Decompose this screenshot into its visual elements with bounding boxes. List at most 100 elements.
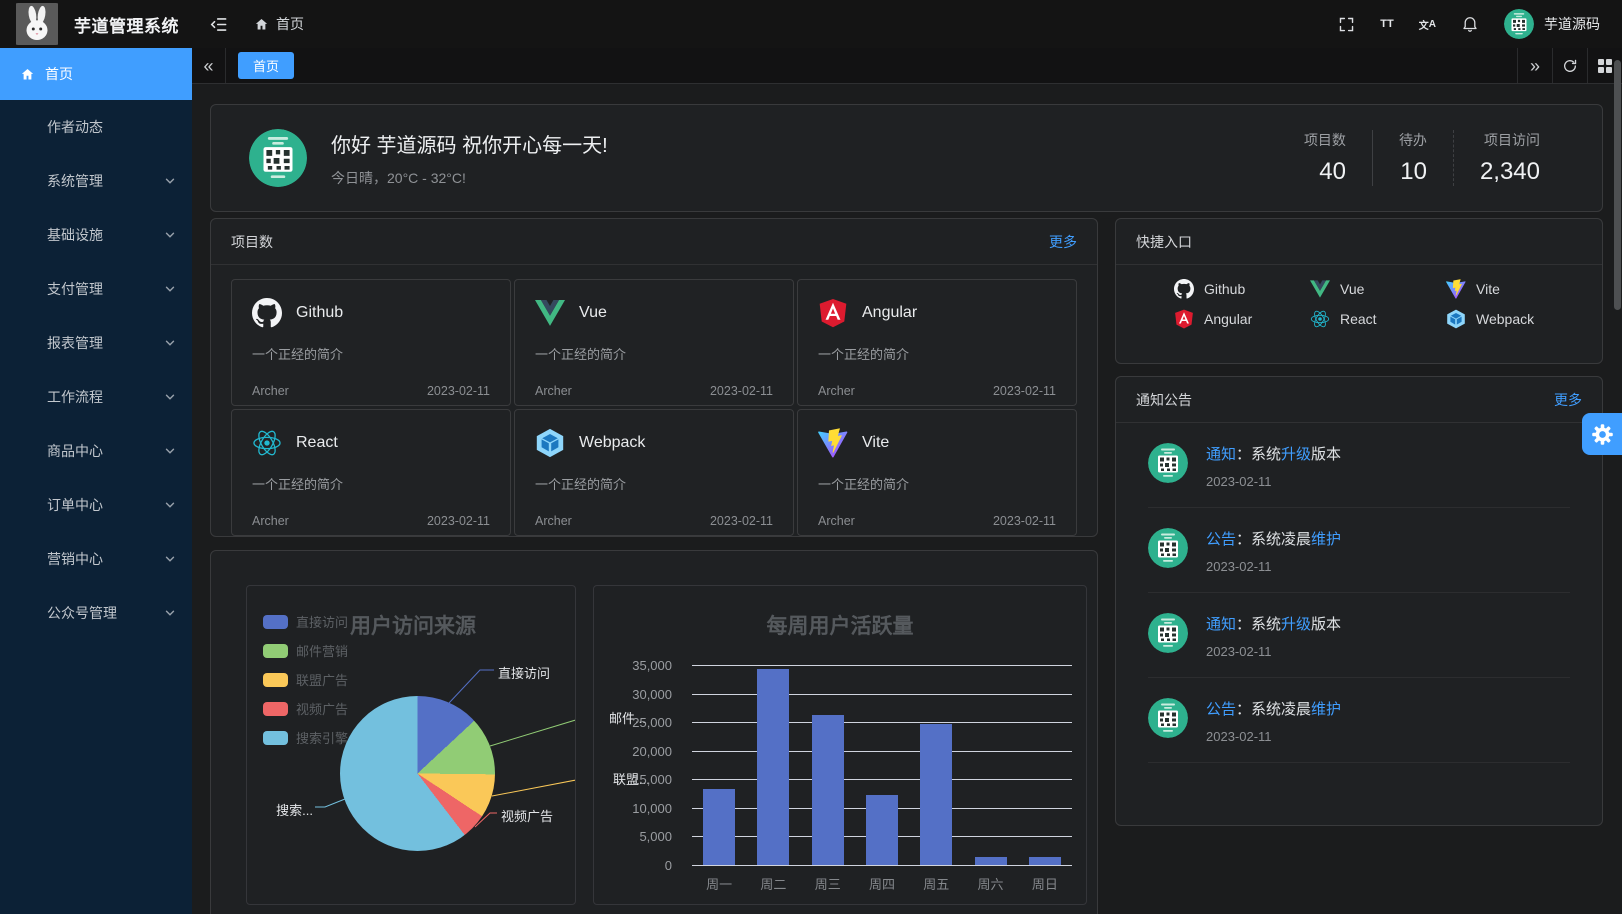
sidebar-item-label: 报表管理 <box>47 333 103 353</box>
legend-swatch <box>263 644 288 658</box>
legend-item-联盟广告[interactable]: 联盟广告 <box>263 670 348 689</box>
bar-周五 <box>920 724 952 865</box>
project-card-Github[interactable]: Github 一个正经的简介 Archer2023-02-11 <box>231 279 511 406</box>
project-card-Angular[interactable]: Angular 一个正经的简介 Archer2023-02-11 <box>797 279 1077 406</box>
chevron-down-icon <box>164 337 176 349</box>
notice-item[interactable]: 通知：系统升级版本 2023-02-11 <box>1148 423 1570 508</box>
shortcut-Github[interactable]: Github <box>1174 279 1310 299</box>
shortcut-Webpack[interactable]: Webpack <box>1446 309 1582 329</box>
x-tick-label: 周四 <box>855 874 909 893</box>
sidebar-item-系统管理[interactable]: 系统管理 <box>0 154 192 208</box>
shortcut-label: Angular <box>1204 311 1252 327</box>
refresh-icon[interactable] <box>1552 48 1587 83</box>
bell-icon[interactable] <box>1461 15 1479 33</box>
chevron-down-icon <box>164 445 176 457</box>
sidebar-item-营销中心[interactable]: 营销中心 <box>0 532 192 586</box>
chevron-down-icon <box>164 499 176 511</box>
sidebar: 首页作者动态系统管理基础设施支付管理报表管理工作流程商品中心订单中心营销中心公众… <box>0 48 192 914</box>
project-desc: 一个正经的简介 <box>252 474 490 493</box>
sidebar-item-首页[interactable]: 首页 <box>0 48 192 100</box>
legend-item-视频广告[interactable]: 视频广告 <box>263 699 348 718</box>
bar-chart: 每周用户活跃量05,00010,00015,00020,00025,00030,… <box>593 585 1087 905</box>
tab-首页[interactable]: 首页 <box>238 52 294 79</box>
shortcut-label: Vite <box>1476 281 1500 297</box>
vue-icon <box>535 298 565 328</box>
topbar: 芋道管理系统 首页 TT 文A 芋道源码 <box>0 0 1622 48</box>
sidebar-item-订单中心[interactable]: 订单中心 <box>0 478 192 532</box>
project-name: Angular <box>862 304 917 322</box>
sidebar-item-公众号管理[interactable]: 公众号管理 <box>0 586 192 640</box>
projects-grid: Github 一个正经的简介 Archer2023-02-11 Vue 一个正经… <box>211 265 1097 536</box>
angular-icon <box>818 298 848 328</box>
projects-more-link[interactable]: 更多 <box>1049 232 1077 252</box>
project-card-React[interactable]: React 一个正经的简介 Archer2023-02-11 <box>231 409 511 536</box>
project-desc: 一个正经的简介 <box>252 344 490 363</box>
sidebar-item-label: 营销中心 <box>47 549 103 569</box>
user-name: 芋道源码 <box>1544 14 1600 34</box>
legend-item-邮件营销[interactable]: 邮件营销 <box>263 641 348 660</box>
gridline <box>692 665 1072 666</box>
notices-more-link[interactable]: 更多 <box>1554 390 1582 410</box>
menu-fold-icon[interactable] <box>209 15 228 34</box>
welcome-avatar <box>249 129 307 187</box>
sidebar-item-工作流程[interactable]: 工作流程 <box>0 370 192 424</box>
y-tick-label: 5,000 <box>639 829 672 844</box>
y-tick-label: 35,000 <box>632 658 672 673</box>
sidebar-item-label: 基础设施 <box>47 225 103 245</box>
user-menu[interactable]: 芋道源码 <box>1504 9 1600 39</box>
sidebar-item-label: 公众号管理 <box>47 603 117 623</box>
sidebar-item-报表管理[interactable]: 报表管理 <box>0 316 192 370</box>
bar-周三 <box>812 715 844 865</box>
pie-chart-title: 用户访问来源 <box>350 610 476 640</box>
project-card-Vite[interactable]: Vite 一个正经的简介 Archer2023-02-11 <box>797 409 1077 536</box>
sidebar-item-基础设施[interactable]: 基础设施 <box>0 208 192 262</box>
y-tick-label: 25,000 <box>632 715 672 730</box>
tabs-scroll-right-icon[interactable]: » <box>1517 48 1552 83</box>
notice-avatar <box>1148 528 1188 568</box>
shortcut-Vue[interactable]: Vue <box>1310 279 1446 299</box>
notice-item[interactable]: 公告：系统凌晨维护 2023-02-11 <box>1148 678 1570 763</box>
notice-title[interactable]: 通知：系统升级版本 <box>1206 613 1341 634</box>
font-size-icon[interactable]: TT <box>1380 18 1393 30</box>
welcome-stats: 项目数40待办10项目访问2,340 <box>1278 130 1540 186</box>
stat-项目访问: 项目访问2,340 <box>1453 130 1540 186</box>
locale-icon[interactable]: 文A <box>1419 17 1436 32</box>
sidebar-item-label: 作者动态 <box>47 117 103 137</box>
notice-title[interactable]: 公告：系统凌晨维护 <box>1206 528 1341 549</box>
sidebar-item-label: 商品中心 <box>47 441 103 461</box>
shortcut-Angular[interactable]: Angular <box>1174 309 1310 329</box>
notice-item[interactable]: 通知：系统升级版本 2023-02-11 <box>1148 593 1570 678</box>
project-card-Webpack[interactable]: Webpack 一个正经的简介 Archer2023-02-11 <box>514 409 794 536</box>
sidebar-item-作者动态[interactable]: 作者动态 <box>0 100 192 154</box>
notice-date: 2023-02-11 <box>1206 644 1341 659</box>
sidebar-menu: 首页作者动态系统管理基础设施支付管理报表管理工作流程商品中心订单中心营销中心公众… <box>0 48 192 640</box>
gridline <box>692 694 1072 695</box>
notice-title[interactable]: 通知：系统升级版本 <box>1206 443 1341 464</box>
bar-周四 <box>866 795 898 866</box>
shortcuts-grid: GithubVue Vite Angular ReactWebpack <box>1116 265 1602 334</box>
fullscreen-icon[interactable] <box>1338 16 1355 33</box>
notice-date: 2023-02-11 <box>1206 729 1341 744</box>
shortcut-React[interactable]: React <box>1310 309 1446 329</box>
settings-button[interactable] <box>1582 413 1622 455</box>
breadcrumb[interactable]: 首页 <box>254 14 304 34</box>
bar-x-axis: 周一周二周三周四周五周六周日 <box>692 874 1072 893</box>
notice-title[interactable]: 公告：系统凌晨维护 <box>1206 698 1341 719</box>
project-author: Archer <box>818 384 855 398</box>
sidebar-item-支付管理[interactable]: 支付管理 <box>0 262 192 316</box>
sidebar-item-商品中心[interactable]: 商品中心 <box>0 424 192 478</box>
legend-item-直接访问[interactable]: 直接访问 <box>263 612 348 631</box>
shortcuts-card: 快捷入口 GithubVueViteAngularReactWebpack <box>1115 218 1603 364</box>
project-card-Vue[interactable]: Vue 一个正经的简介 Archer2023-02-11 <box>514 279 794 406</box>
notice-item[interactable]: 公告：系统凌晨维护 2023-02-11 <box>1148 508 1570 593</box>
notice-avatar <box>1148 698 1188 738</box>
shortcut-Vite[interactable]: Vite <box>1446 279 1582 299</box>
legend-item-搜索引擎[interactable]: 搜索引擎 <box>263 728 348 747</box>
scrollbar-thumb[interactable] <box>1614 60 1621 310</box>
project-name: Vue <box>579 304 607 322</box>
project-author: Archer <box>818 514 855 528</box>
project-date: 2023-02-11 <box>993 384 1056 398</box>
bar-周日 <box>1029 857 1061 865</box>
home-icon <box>20 67 35 82</box>
tabs-scroll-left-icon[interactable]: « <box>192 48 226 83</box>
